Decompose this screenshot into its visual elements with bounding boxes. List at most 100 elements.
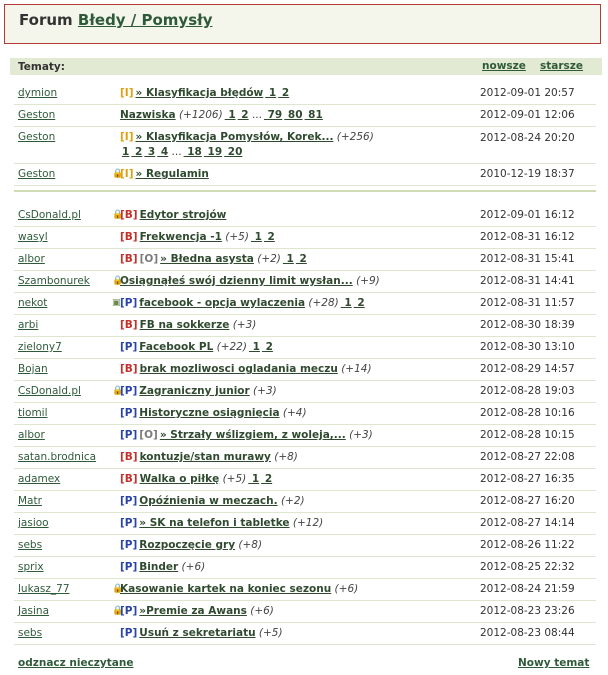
topic-title-cell: Kasowanie kartek na koniec sezonu (+6): [120, 583, 358, 595]
mark-unread-link[interactable]: odznacz nieczytane: [18, 657, 133, 669]
topic-link[interactable]: » Strzały wślizgiem, z woleja,...: [160, 429, 346, 441]
topic-row: arbi [B] FB na sokkerze (+3) 2012-08-30 18:…: [14, 315, 596, 337]
tag-p-badge: [P]: [120, 517, 138, 529]
tag-b-badge: [B]: [120, 319, 138, 331]
page-link[interactable]: 80: [284, 109, 303, 121]
tag-i-badge: [I]: [120, 131, 134, 143]
topic-link[interactable]: Usuń z sekretariatu: [139, 627, 255, 639]
page-link[interactable]: 4: [157, 146, 168, 158]
reply-count: (+1206): [178, 109, 223, 121]
tag-p-badge: [P]: [120, 385, 138, 397]
author-link[interactable]: dymion: [18, 87, 57, 99]
page-ellipsis: ...: [168, 146, 182, 158]
tag-b-badge: [B]: [120, 363, 138, 375]
page-link[interactable]: 3: [144, 146, 155, 158]
page-link[interactable]: 2: [261, 473, 272, 485]
tag-p-badge: [P]: [120, 561, 138, 573]
topic-link[interactable]: Edytor strojów: [140, 209, 227, 221]
topic-link[interactable]: » Regulamin: [136, 168, 209, 180]
author-link[interactable]: Geston: [18, 131, 55, 143]
page-link[interactable]: 81: [305, 109, 323, 121]
topic-row: Geston [I]» Klasyfikacja Pomysłów, Korek.…: [14, 127, 596, 164]
page-link[interactable]: 2: [354, 297, 364, 309]
topic-link[interactable]: Osiągnąłeś swój dzienny limit wysłan...: [120, 275, 353, 287]
page-link[interactable]: 19: [204, 146, 223, 158]
reply-count: (+2): [280, 495, 305, 507]
topic-link[interactable]: brak mozliwosci ogladania meczu: [140, 363, 338, 375]
topic-link[interactable]: Rozpoczęcie gry: [139, 539, 235, 551]
reply-count: (+3): [232, 319, 257, 331]
author-link[interactable]: zielony7: [18, 341, 62, 353]
page-link[interactable]: 2: [264, 231, 275, 243]
topic-date: 2012-08-28 19:03: [480, 385, 575, 397]
page-link[interactable]: 1: [251, 231, 262, 243]
page-link[interactable]: 1: [249, 341, 260, 353]
page-link[interactable]: 2: [262, 341, 273, 353]
topic-link[interactable]: Kasowanie kartek na koniec sezonu: [120, 583, 331, 595]
topic-title-cell: [I]» Regulamin: [120, 168, 209, 180]
author-link[interactable]: satan.brodnica: [18, 451, 96, 463]
topic-title-cell: Osiągnąłeś swój dzienny limit wysłan... …: [120, 275, 380, 287]
topic-link[interactable]: Nazwiska: [120, 109, 176, 121]
author-link[interactable]: adamex: [18, 473, 60, 485]
topic-link[interactable]: kontuzje/stan murawy: [140, 451, 271, 463]
author-link[interactable]: wasyl: [18, 231, 48, 243]
page-link[interactable]: 18: [184, 146, 202, 158]
reply-count: (+5): [222, 473, 247, 485]
page-link[interactable]: 1: [225, 109, 235, 121]
topic-link[interactable]: facebook - opcja wylaczenia: [139, 297, 305, 309]
tag-b-badge: [B]: [120, 231, 138, 243]
topic-link[interactable]: Zagraniczny junior: [139, 385, 249, 397]
new-topic-link[interactable]: Nowy temat: [518, 657, 589, 669]
author-link[interactable]: sebs: [18, 627, 42, 639]
topic-link[interactable]: » Klasyfikacja błędów: [136, 87, 264, 99]
older-link[interactable]: starsze: [540, 60, 583, 72]
author-link[interactable]: nekot: [18, 297, 47, 309]
topic-link[interactable]: » SK na telefon i tabletke: [139, 517, 289, 529]
topic-link[interactable]: » Klasyfikacja Pomysłów, Korek...: [136, 131, 334, 143]
page-link[interactable]: 1: [122, 146, 129, 158]
topic-link[interactable]: Frekwencja -1: [140, 231, 222, 243]
topic-link[interactable]: FB na sokkerze: [140, 319, 230, 331]
author-link[interactable]: CsDonald.pl: [18, 385, 81, 397]
page-link[interactable]: 1: [283, 253, 294, 265]
author-link[interactable]: tiomil: [18, 407, 48, 419]
topic-link[interactable]: Binder: [139, 561, 178, 573]
page-link[interactable]: 20: [224, 146, 243, 158]
author-link[interactable]: CsDonald.pl: [18, 209, 81, 221]
page-link[interactable]: 2: [296, 253, 307, 265]
topic-date: 2010-12-19 18:37: [480, 168, 575, 180]
topic-link[interactable]: Opóźnienia w meczach.: [139, 495, 277, 507]
page-link[interactable]: 1: [248, 473, 259, 485]
topic-row: Bojan [B] brak mozliwosci ogladania meczu …: [14, 359, 596, 381]
author-link[interactable]: Geston: [18, 109, 55, 121]
author-link[interactable]: sprix: [18, 561, 44, 573]
author-link[interactable]: albor: [18, 253, 45, 265]
topic-link[interactable]: » Błedna asysta: [160, 253, 254, 265]
author-link[interactable]: Geston: [18, 168, 55, 180]
author-link[interactable]: arbi: [18, 319, 38, 331]
forum-link[interactable]: Błedy / Pomysły: [78, 11, 213, 29]
page-link[interactable]: 2: [131, 146, 142, 158]
topic-row: albor [P] [O]» Strzały wślizgiem, z woleja…: [14, 425, 596, 447]
author-link[interactable]: albor: [18, 429, 45, 441]
author-link[interactable]: lukasz_77: [18, 583, 70, 595]
topic-link[interactable]: Historyczne osiągnięcia: [139, 407, 279, 419]
author-link[interactable]: Jasina: [18, 605, 49, 617]
author-link[interactable]: Bojan: [18, 363, 48, 375]
newer-link[interactable]: nowsze: [482, 60, 526, 72]
divider: [14, 190, 596, 192]
page-link[interactable]: 1: [341, 297, 351, 309]
author-link[interactable]: Matr: [18, 495, 42, 507]
topic-date: 2012-08-29 14:57: [480, 363, 575, 375]
page-link[interactable]: 79: [264, 109, 283, 121]
author-link[interactable]: jasioo: [18, 517, 49, 529]
page-link[interactable]: 2: [238, 109, 248, 121]
author-link[interactable]: Szambonurek: [18, 275, 90, 287]
page-link[interactable]: 1: [265, 87, 276, 99]
author-link[interactable]: sebs: [18, 539, 42, 551]
topic-link[interactable]: Walka o piłkę: [140, 473, 220, 485]
page-link[interactable]: 2: [278, 87, 289, 99]
topic-link[interactable]: Facebook PL: [139, 341, 213, 353]
topic-link[interactable]: »Premie za Awans: [139, 605, 247, 617]
